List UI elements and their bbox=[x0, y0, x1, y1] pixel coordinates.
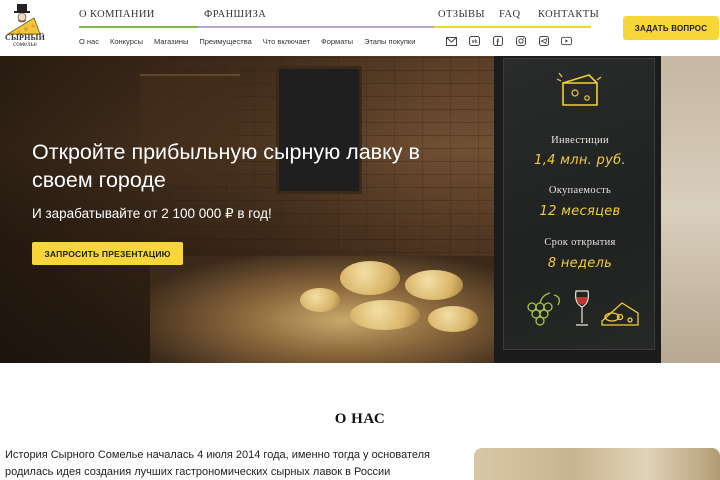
instagram-icon[interactable] bbox=[515, 36, 526, 46]
site-header: СЫРНЫЙ сомелье О КОМПАНИИ ФРАНШИЗА ОТЗЫВ… bbox=[0, 0, 720, 56]
subnav-item-advantages[interactable]: Преимущества bbox=[199, 37, 251, 46]
investment-value: 1,4 млн. руб. bbox=[534, 153, 626, 168]
payback-value: 12 месяцев bbox=[539, 204, 621, 219]
cheese-wedge-icon bbox=[556, 72, 602, 106]
cheese-wheel bbox=[405, 270, 463, 300]
opening-term-label: Срок открытия bbox=[544, 237, 616, 248]
cheese-wheel bbox=[350, 300, 420, 330]
nav-franchise-underline bbox=[198, 26, 434, 28]
nav-about[interactable]: О КОМПАНИИ bbox=[79, 9, 155, 20]
cheese-wheel bbox=[340, 261, 400, 295]
ask-question-button[interactable]: ЗАДАТЬ ВОПРОС bbox=[623, 16, 719, 40]
nav-contacts[interactable]: КОНТАКТЫ bbox=[538, 9, 599, 20]
nav-franchise[interactable]: ФРАНШИЗА bbox=[204, 9, 266, 20]
about-section-title: О НАС bbox=[334, 411, 386, 427]
subnav-item-formats[interactable]: Форматы bbox=[321, 37, 353, 46]
youtube-icon[interactable] bbox=[561, 36, 572, 46]
logo-line2: сомелье bbox=[13, 40, 37, 48]
subnav-item-about[interactable]: О нас bbox=[79, 37, 99, 46]
request-presentation-button[interactable]: ЗАПРОСИТЬ ПРЕЗЕНТАЦИЮ bbox=[32, 242, 183, 265]
nav-reviews[interactable]: ОТЗЫВЫ bbox=[438, 9, 485, 20]
subnav-item-shops[interactable]: Магазины bbox=[154, 37, 188, 46]
hero-title: Откройте прибыльную сырную лавку в своем… bbox=[32, 140, 420, 192]
subnav-item-includes[interactable]: Что включает bbox=[263, 37, 310, 46]
social-links: vk bbox=[446, 36, 572, 46]
hero-subtitle: И зарабатывайте от 2 100 000 ₽ в год! bbox=[32, 206, 272, 221]
facebook-icon[interactable] bbox=[492, 36, 503, 46]
opening-term-value: 8 недель bbox=[547, 256, 613, 271]
hero-right-shelf bbox=[655, 56, 720, 363]
chalkboard: Инвестиции 1,4 млн. руб. Окупаемость 12 … bbox=[503, 58, 655, 350]
logo-text: СЫРНЫЙ сомелье bbox=[4, 34, 46, 48]
subnav-item-contests[interactable]: Конкурсы bbox=[110, 37, 143, 46]
investment-label: Инвестиции bbox=[551, 135, 609, 146]
telegram-icon[interactable] bbox=[538, 36, 549, 46]
vk-icon[interactable]: vk bbox=[469, 36, 480, 46]
nav-about-underline bbox=[79, 26, 198, 28]
payback-label: Окупаемость bbox=[548, 185, 612, 196]
nav-faq[interactable]: FAQ bbox=[499, 9, 520, 20]
subnav-item-stages[interactable]: Этапы покупки bbox=[364, 37, 415, 46]
cheese-wheel bbox=[428, 306, 478, 332]
grapes-wine-cheese-icon bbox=[527, 290, 639, 326]
mail-icon[interactable] bbox=[446, 36, 457, 46]
hero-banner: Инвестиции 1,4 млн. руб. Окупаемость 12 … bbox=[0, 56, 720, 363]
nav-right-underline bbox=[434, 26, 591, 28]
cheese-wheel bbox=[300, 288, 340, 312]
about-photo bbox=[474, 448, 720, 480]
subnav: О нас Конкурсы Магазины Преимущества Что… bbox=[79, 37, 426, 46]
about-text: История Сырного Сомелье началась 4 июля … bbox=[5, 449, 431, 478]
svg-text:vk: vk bbox=[472, 39, 478, 45]
